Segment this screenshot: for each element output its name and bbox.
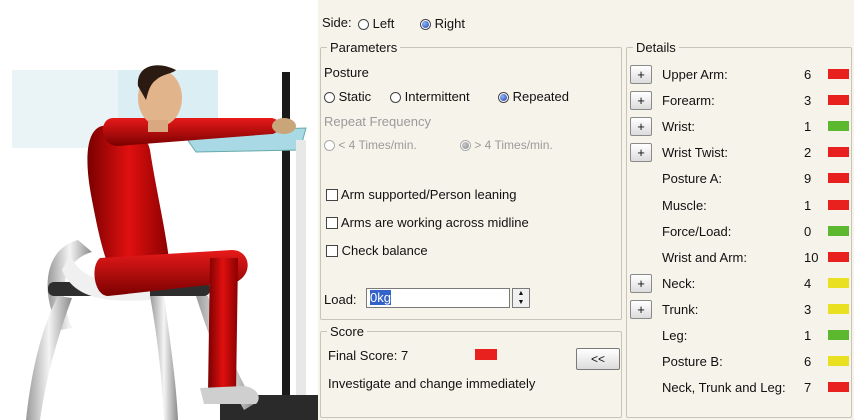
details-group: Details xyxy=(626,40,852,418)
detail-status-indicator xyxy=(828,173,849,183)
score-group: Score xyxy=(320,324,622,418)
parameters-group: Parameters xyxy=(320,40,622,320)
expand-button[interactable]: + xyxy=(630,65,652,84)
detail-status-indicator xyxy=(828,121,849,131)
score-title: Score xyxy=(330,324,364,339)
detail-status-indicator xyxy=(828,200,849,210)
side-left-radio[interactable] xyxy=(358,19,369,30)
frequency-high-label: > 4 Times/min. xyxy=(474,138,553,152)
load-spinner[interactable]: ▲ ▼ xyxy=(512,288,530,308)
posture-repeated-option[interactable]: Repeated xyxy=(498,89,569,104)
frequency-low-option[interactable]: < 4 Times/min. xyxy=(324,138,417,152)
side-right-option[interactable]: Right xyxy=(420,16,465,31)
detail-label: Wrist Twist: xyxy=(662,145,728,160)
frequency-low-radio[interactable] xyxy=(324,140,335,151)
detail-label: Leg: xyxy=(662,328,688,343)
check-balance-checkbox[interactable] xyxy=(326,245,338,257)
detail-status-indicator xyxy=(828,69,849,79)
expand-button[interactable]: + xyxy=(630,117,652,136)
detail-value: 2 xyxy=(804,145,812,160)
detail-status-indicator xyxy=(828,95,849,105)
detail-value: 1 xyxy=(804,328,812,343)
detail-status-indicator xyxy=(828,304,849,314)
side-left-label: Left xyxy=(372,16,395,31)
detail-value: 7 xyxy=(804,380,812,395)
detail-value: 1 xyxy=(804,198,812,213)
detail-label: Forearm: xyxy=(662,93,715,108)
detail-label: Trunk: xyxy=(662,302,699,317)
detail-label: Upper Arm: xyxy=(662,67,728,82)
posture-static-option[interactable]: Static xyxy=(324,89,371,104)
check-balance-label: Check balance xyxy=(341,243,428,258)
repeat-frequency-label: Repeat Frequency xyxy=(324,114,431,129)
expand-button[interactable]: + xyxy=(630,91,652,110)
load-value: 0kg xyxy=(370,290,391,305)
score-message: Investigate and change immediately xyxy=(328,376,536,391)
posture-label: Posture xyxy=(324,65,369,80)
detail-label: Posture A: xyxy=(662,171,722,186)
detail-value: 3 xyxy=(804,93,812,108)
midline-checkbox-row[interactable]: Arms are working across midline xyxy=(326,215,529,230)
final-score-indicator xyxy=(475,349,497,360)
side-left-option[interactable]: Left xyxy=(358,16,394,31)
detail-value: 1 xyxy=(804,119,812,134)
detail-status-indicator xyxy=(828,252,849,262)
detail-label: Wrist: xyxy=(662,119,695,134)
detail-value: 3 xyxy=(804,302,812,317)
detail-label: Wrist and Arm: xyxy=(662,250,748,265)
expand-button[interactable]: + xyxy=(630,300,652,319)
detail-value: 4 xyxy=(804,276,812,291)
load-input[interactable]: 0kg xyxy=(366,288,510,308)
detail-label: Muscle: xyxy=(662,198,707,213)
expand-button[interactable]: + xyxy=(630,143,652,162)
parameters-title: Parameters xyxy=(330,40,398,55)
side-right-label: Right xyxy=(434,16,465,31)
expand-button[interactable]: + xyxy=(630,274,652,293)
posture-static-label: Static xyxy=(338,89,372,104)
posture-static-radio[interactable] xyxy=(324,92,335,103)
seated-worker-figure xyxy=(12,65,318,420)
detail-value: 0 xyxy=(804,224,812,239)
collapse-details-button[interactable]: << xyxy=(576,348,620,370)
load-decrease-icon[interactable]: ▼ xyxy=(513,298,529,307)
posture-intermittent-label: Intermittent xyxy=(404,89,470,104)
detail-status-indicator xyxy=(828,356,849,366)
mannequin-illustration xyxy=(0,0,318,420)
arm-supported-checkbox[interactable] xyxy=(326,189,338,201)
detail-label: Neck: xyxy=(662,276,696,291)
arm-supported-label: Arm supported/Person leaning xyxy=(340,187,517,202)
midline-checkbox[interactable] xyxy=(326,217,338,229)
detail-value: 6 xyxy=(804,354,812,369)
detail-label: Neck, Trunk and Leg: xyxy=(662,380,786,395)
detail-status-indicator xyxy=(828,382,849,392)
midline-label: Arms are working across midline xyxy=(340,215,529,230)
detail-value: 6 xyxy=(804,67,812,82)
load-label: Load: xyxy=(324,292,357,307)
detail-status-indicator xyxy=(828,278,849,288)
detail-value: 10 xyxy=(804,250,819,265)
check-balance-checkbox-row[interactable]: Check balance xyxy=(326,243,428,258)
details-title: Details xyxy=(636,40,676,55)
posture-intermittent-option[interactable]: Intermittent xyxy=(390,89,470,104)
side-label: Side: xyxy=(322,15,352,30)
frequency-high-option[interactable]: > 4 Times/min. xyxy=(460,138,553,152)
detail-status-indicator xyxy=(828,147,849,157)
side-right-radio[interactable] xyxy=(420,19,431,30)
load-increase-icon[interactable]: ▲ xyxy=(513,289,529,298)
posture-intermittent-radio[interactable] xyxy=(390,92,401,103)
posture-repeated-label: Repeated xyxy=(512,89,570,104)
detail-value: 9 xyxy=(804,171,812,186)
detail-label: Posture B: xyxy=(662,354,723,369)
detail-label: Force/Load: xyxy=(662,224,732,239)
final-score-label: Final Score: 7 xyxy=(328,348,409,363)
analysis-panel: Side: Left Right Parameters Posture Stat… xyxy=(318,0,854,420)
frequency-high-radio[interactable] xyxy=(460,140,471,151)
detail-status-indicator xyxy=(828,330,849,340)
detail-status-indicator xyxy=(828,226,849,236)
posture-repeated-radio[interactable] xyxy=(498,92,509,103)
arm-supported-checkbox-row[interactable]: Arm supported/Person leaning xyxy=(326,187,517,202)
frequency-low-label: < 4 Times/min. xyxy=(338,138,417,152)
